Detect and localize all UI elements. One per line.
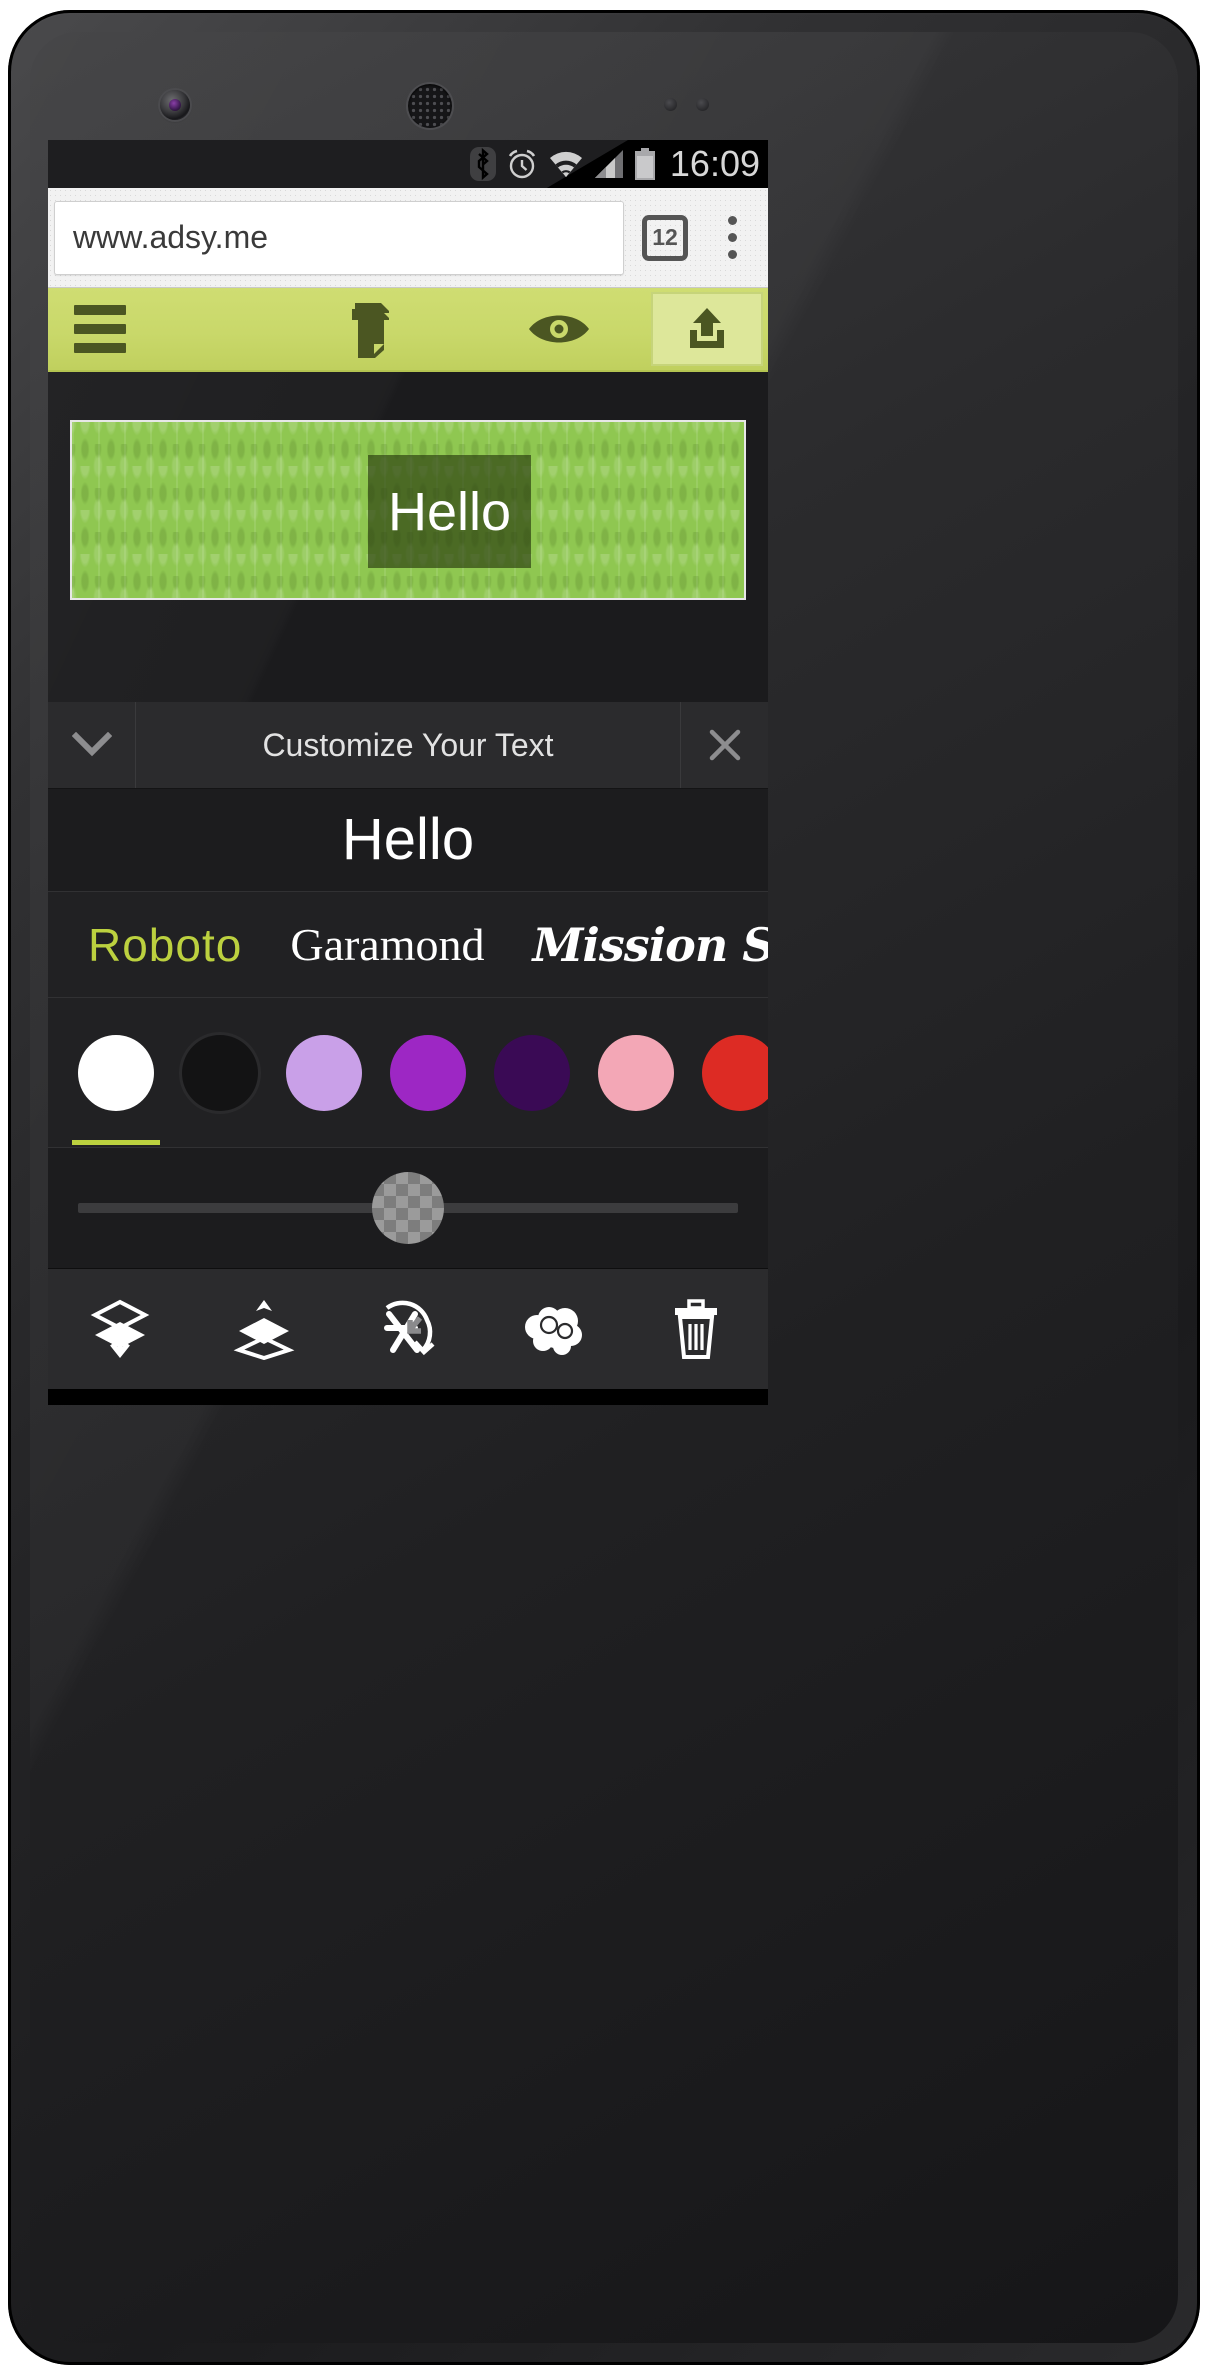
chevron-down-icon xyxy=(71,732,112,757)
url-text: www.adsy.me xyxy=(73,219,269,255)
kebab-dot-1 xyxy=(727,216,737,225)
text-layer[interactable]: Hello xyxy=(368,455,531,568)
text-layer-content: Hello xyxy=(387,481,512,542)
hamburger-menu-icon xyxy=(74,305,126,353)
hamburger-line-2 xyxy=(74,324,126,334)
proximity-sensor xyxy=(664,98,677,111)
front-camera xyxy=(160,90,190,120)
color-picker-strip[interactable] xyxy=(48,998,768,1148)
eye-preview-icon xyxy=(529,315,590,343)
opacity-slider-row[interactable] xyxy=(48,1148,768,1269)
panel-close-button[interactable] xyxy=(680,702,768,788)
artboard[interactable]: Hello xyxy=(70,420,746,600)
phone-screen: 16:09 www.adsy.me 12 Hello Customize You… xyxy=(48,140,768,1405)
publish-button[interactable] xyxy=(651,292,763,366)
phone-device-frame: 16:09 www.adsy.me 12 Hello Customize You… xyxy=(8,10,1200,2365)
upload-publish-icon xyxy=(690,308,724,348)
rotate-flip-button[interactable] xyxy=(336,1269,480,1389)
bring-forward-button[interactable] xyxy=(192,1269,336,1389)
preview-button[interactable] xyxy=(468,288,651,370)
customize-panel-header: Customize Your Text xyxy=(48,702,768,789)
color-swatch-purple[interactable] xyxy=(390,1034,466,1111)
opacity-slider-thumb[interactable] xyxy=(372,1172,444,1244)
panel-title: Customize Your Text xyxy=(262,726,554,763)
pages-stack-icon xyxy=(352,303,390,358)
pages-button[interactable] xyxy=(285,288,468,370)
kebab-dot-3 xyxy=(727,250,737,259)
alarm-icon xyxy=(508,149,536,179)
font-option-garamond[interactable]: Garamond xyxy=(290,921,484,968)
browser-chrome: www.adsy.me 12 xyxy=(48,188,768,288)
font-picker-strip[interactable]: Roboto Garamond Mission Script W xyxy=(48,892,768,998)
android-nav-bar xyxy=(48,1389,768,1405)
font-option-mission-script[interactable]: Mission Script xyxy=(533,922,769,968)
color-swatch-pink[interactable] xyxy=(598,1034,674,1111)
close-x-icon xyxy=(709,729,740,761)
kebab-dot-2 xyxy=(727,233,737,242)
text-preview-value: Hello xyxy=(341,807,475,872)
status-bar-slant-decor xyxy=(48,140,628,188)
delete-button[interactable] xyxy=(624,1269,768,1389)
android-status-bar: 16:09 xyxy=(48,140,768,188)
tab-count-button[interactable]: 12 xyxy=(642,214,688,261)
color-swatch-light-purple[interactable] xyxy=(286,1034,362,1111)
app-toolbar xyxy=(48,288,768,372)
browser-menu-button[interactable] xyxy=(702,216,762,259)
url-bar[interactable]: www.adsy.me xyxy=(54,200,624,275)
text-preview-row[interactable]: Hello xyxy=(48,789,768,892)
app-menu-button[interactable] xyxy=(48,288,285,370)
send-backward-button[interactable] xyxy=(48,1269,192,1389)
cellular-signal-icon xyxy=(594,150,623,178)
object-tools-bar xyxy=(48,1269,768,1389)
color-swatch-black[interactable] xyxy=(182,1034,258,1111)
light-sensor xyxy=(696,98,709,111)
hamburger-line-1 xyxy=(74,305,126,315)
panel-collapse-button[interactable] xyxy=(48,702,136,788)
status-bar-clock: 16:09 xyxy=(669,143,760,184)
color-swatch-white[interactable] xyxy=(72,1034,160,1145)
blur-button[interactable] xyxy=(480,1269,624,1389)
bring-forward-icon xyxy=(233,1300,295,1360)
bluetooth-icon xyxy=(469,147,496,181)
editor-canvas[interactable]: Hello xyxy=(48,372,768,702)
blur-cloud-icon xyxy=(525,1307,582,1355)
delete-trash-icon xyxy=(675,1299,717,1359)
wifi-icon xyxy=(549,151,582,177)
color-swatch-dark-purple[interactable] xyxy=(494,1034,570,1111)
send-backward-icon xyxy=(90,1299,150,1359)
rotate-flip-icon xyxy=(384,1300,435,1356)
tab-count-label: 12 xyxy=(652,224,678,250)
battery-icon xyxy=(634,148,655,180)
earpiece-speaker xyxy=(408,84,452,128)
hamburger-line-3 xyxy=(74,343,126,353)
font-option-roboto[interactable]: Roboto xyxy=(88,922,242,968)
color-swatch-red[interactable] xyxy=(702,1034,768,1111)
